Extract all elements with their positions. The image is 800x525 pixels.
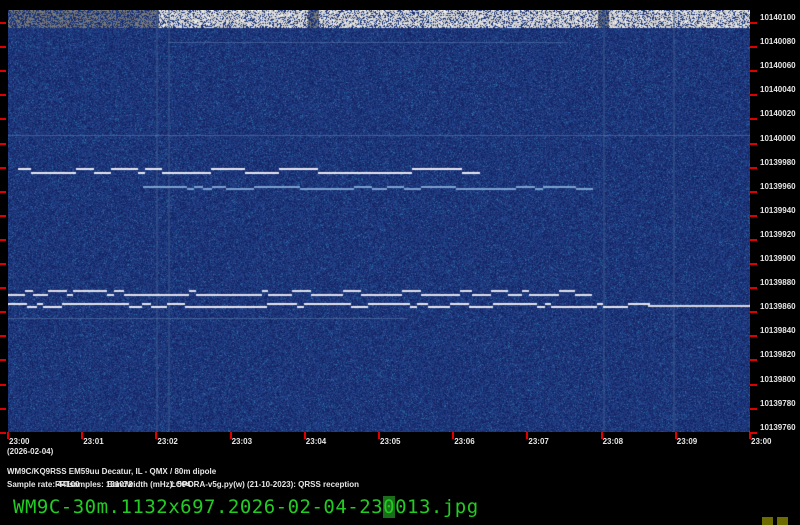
time-label: 23:02 xyxy=(157,437,178,446)
station-info: WM9C/KQ9RSS EM59uu Decatur, IL - QMX / 8… xyxy=(7,467,217,476)
time-tick xyxy=(229,432,232,439)
freq-tick xyxy=(0,142,6,145)
freq-tick xyxy=(750,263,757,265)
filename-prefix: WM9C-30m.1132x697.2026-02-04-23 xyxy=(13,496,384,518)
freq-label: 10139780 xyxy=(760,398,796,408)
freq-label: 10140020 xyxy=(760,109,796,119)
freq-tick xyxy=(0,46,6,49)
time-label: 23:04 xyxy=(305,437,327,446)
freq-tick xyxy=(0,263,6,265)
freq-tick xyxy=(0,359,6,362)
freq-tick xyxy=(0,407,6,410)
freq-label: 10139900 xyxy=(760,254,796,263)
freq-tick xyxy=(750,166,757,169)
freq-label: 10139820 xyxy=(760,350,796,360)
freq-label: 10139940 xyxy=(760,205,796,215)
freq-tick xyxy=(0,70,6,73)
freq-tick xyxy=(750,431,757,434)
time-label: 23:01 xyxy=(83,437,104,446)
time-tick xyxy=(600,432,603,439)
freq-tick xyxy=(750,359,757,362)
freq-tick xyxy=(750,22,757,24)
freq-tick xyxy=(0,94,6,97)
status-square xyxy=(762,517,773,525)
time-tick xyxy=(7,432,9,439)
freq-tick xyxy=(0,311,6,314)
freq-tick xyxy=(750,383,757,386)
freq-tick xyxy=(750,142,757,145)
freq-tick xyxy=(750,214,757,217)
freq-tick xyxy=(0,287,6,290)
freq-tick xyxy=(0,118,6,121)
freq-label: 10139980 xyxy=(760,157,796,167)
freq-tick xyxy=(0,214,6,217)
time-label: 23:07 xyxy=(528,437,549,446)
waterfall-spectrogram xyxy=(8,10,750,432)
freq-label: 10139840 xyxy=(760,326,796,336)
freq-tick xyxy=(0,383,6,386)
freq-label: 10139920 xyxy=(760,229,796,239)
filename-cursor: 0 xyxy=(383,496,396,518)
freq-tick xyxy=(750,70,757,73)
time-tick xyxy=(674,432,677,439)
time-tick xyxy=(303,432,306,439)
freq-label: 10139760 xyxy=(760,422,796,432)
freq-tick xyxy=(0,22,6,24)
date-label: (2026-02-04) xyxy=(7,447,54,456)
freq-tick xyxy=(750,94,757,97)
freq-label: 10140060 xyxy=(760,61,796,71)
freq-label: 10139880 xyxy=(760,278,796,288)
time-label: 23:00 xyxy=(9,437,30,446)
time-tick xyxy=(749,432,751,439)
freq-tick xyxy=(750,190,757,193)
freq-label: 10140080 xyxy=(760,37,796,47)
freq-tick xyxy=(0,335,6,338)
freq-label: 10140040 xyxy=(760,85,796,95)
freq-label: 10140000 xyxy=(760,133,796,143)
time-tick xyxy=(378,432,380,439)
filename-suffix: 013.jpg xyxy=(395,496,479,518)
time-label: 23:08 xyxy=(602,437,624,446)
software-info: LOPORA-v5g.py(w) (21-10-2023): QRSS rece… xyxy=(171,480,360,489)
time-tick xyxy=(155,432,158,439)
freq-tick xyxy=(0,431,6,434)
freq-tick xyxy=(750,407,757,410)
freq-tick xyxy=(750,335,757,338)
freq-tick xyxy=(0,238,6,241)
freq-tick xyxy=(750,311,757,314)
freq-tick xyxy=(0,190,6,193)
freq-tick xyxy=(750,46,757,49)
freq-label: 10139860 xyxy=(760,302,796,312)
freq-tick xyxy=(750,287,757,290)
time-tick xyxy=(526,432,529,439)
time-tick xyxy=(452,432,455,439)
freq-label: 10139800 xyxy=(760,374,796,384)
freq-label: 10140100 xyxy=(760,13,796,22)
time-label: 23:09 xyxy=(676,437,698,446)
time-label: 23:05 xyxy=(380,437,401,446)
freq-tick xyxy=(0,166,6,169)
filename-caption: WM9C-30m.1132x697.2026-02-04-230013.jpg xyxy=(13,496,479,518)
freq-label: 10139960 xyxy=(760,181,796,191)
time-label: 23:00 xyxy=(751,437,772,446)
time-tick xyxy=(81,432,84,439)
freq-tick xyxy=(750,238,757,241)
freq-tick xyxy=(750,118,757,121)
status-square xyxy=(777,517,788,525)
time-label: 23:06 xyxy=(454,437,475,446)
time-label: 23:03 xyxy=(231,437,253,446)
